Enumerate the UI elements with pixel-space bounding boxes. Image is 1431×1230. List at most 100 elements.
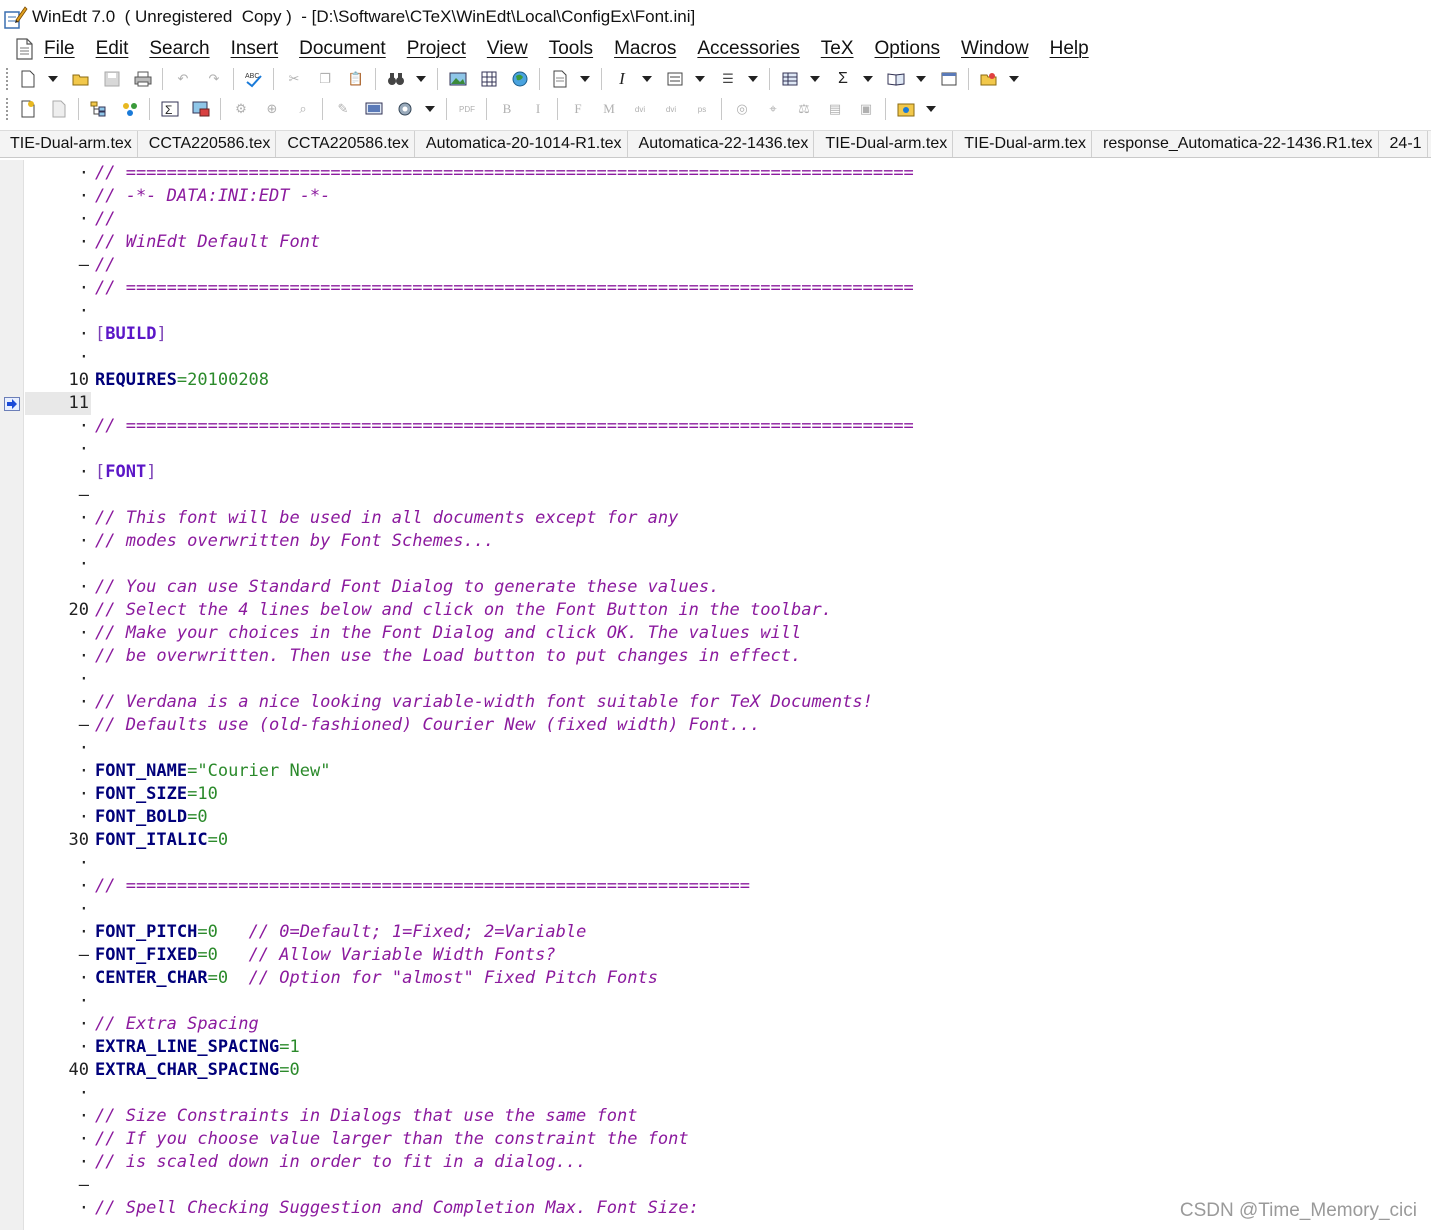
menu-tex[interactable]: TeX bbox=[821, 38, 854, 60]
code-area[interactable]: // =====================================… bbox=[95, 160, 1431, 1230]
menu-document[interactable]: Document bbox=[299, 38, 386, 60]
line-number[interactable]: – bbox=[25, 944, 91, 967]
toolbar-grip[interactable] bbox=[6, 68, 10, 90]
macro-icon[interactable]: ⚙ bbox=[229, 97, 253, 121]
line-number[interactable]: · bbox=[25, 438, 91, 461]
code-line[interactable]: EXTRA_LINE_SPACING=1 bbox=[95, 1036, 300, 1059]
code-line[interactable]: // =====================================… bbox=[95, 277, 914, 300]
code-line[interactable]: FONT_ITALIC=0 bbox=[95, 829, 228, 852]
close-project-icon[interactable] bbox=[47, 97, 71, 121]
cut-icon[interactable]: ✂ bbox=[282, 67, 306, 91]
code-line[interactable]: // =====================================… bbox=[95, 875, 750, 898]
italic-i-icon[interactable]: I bbox=[526, 97, 550, 121]
code-line[interactable]: // bbox=[95, 254, 115, 277]
spell-icon[interactable]: ✎ bbox=[331, 97, 355, 121]
menu-options[interactable]: Options bbox=[875, 38, 940, 60]
bibtex-icon[interactable]: ⚖ bbox=[792, 97, 816, 121]
code-line[interactable]: EXTRA_CHAR_SPACING=0 bbox=[95, 1059, 300, 1082]
line-number[interactable]: 10 bbox=[25, 369, 91, 392]
folder-star-icon[interactable] bbox=[977, 67, 1001, 91]
find-binoculars-icon[interactable] bbox=[384, 67, 408, 91]
line-number[interactable]: · bbox=[25, 300, 91, 323]
toolbar-grip[interactable] bbox=[6, 98, 10, 120]
line-number[interactable]: · bbox=[25, 806, 91, 829]
line-number[interactable]: · bbox=[25, 461, 91, 484]
code-line[interactable]: // This font will be used in all documen… bbox=[95, 507, 678, 530]
gear-dropdown-icon[interactable] bbox=[424, 97, 436, 121]
code-line[interactable]: // =====================================… bbox=[95, 415, 914, 438]
undo-icon[interactable]: ↶ bbox=[171, 67, 195, 91]
document-view-icon[interactable] bbox=[937, 67, 961, 91]
list-dropdown-icon[interactable] bbox=[694, 67, 706, 91]
tab-document[interactable]: 24-1 bbox=[1379, 131, 1428, 157]
line-number[interactable]: · bbox=[25, 162, 91, 185]
bold-b-icon[interactable]: B bbox=[495, 97, 519, 121]
math-m-icon[interactable]: M bbox=[597, 97, 621, 121]
line-number[interactable]: · bbox=[25, 1013, 91, 1036]
line-number[interactable]: · bbox=[25, 898, 91, 921]
zoom-icon[interactable]: ⊕ bbox=[260, 97, 284, 121]
print-icon[interactable] bbox=[131, 67, 155, 91]
menu-help[interactable]: Help bbox=[1050, 38, 1089, 60]
line-number[interactable]: · bbox=[25, 760, 91, 783]
code-line[interactable]: // =====================================… bbox=[95, 162, 914, 185]
editor-pane[interactable]: · · · · – · · · · 10 11 · · · – · · · · 20 · · · · – · · · · 30 · · · · – ·… bbox=[0, 160, 1431, 1230]
ps-pdf-icon[interactable]: ps bbox=[690, 97, 714, 121]
tabular-icon[interactable] bbox=[778, 67, 802, 91]
list-icon[interactable] bbox=[663, 67, 687, 91]
menu-accessories[interactable]: Accessories bbox=[697, 38, 799, 60]
code-line[interactable]: // Size Constraints in Dialogs that use … bbox=[95, 1105, 637, 1128]
line-number[interactable]: – bbox=[25, 484, 91, 507]
italic-icon[interactable]: I bbox=[610, 67, 634, 91]
line-number[interactable]: – bbox=[25, 714, 91, 737]
tab-document[interactable]: Automatica-22-1436.tex bbox=[628, 131, 815, 157]
line-number[interactable]: · bbox=[25, 208, 91, 231]
line-number[interactable]: · bbox=[25, 783, 91, 806]
code-line[interactable]: // modes overwritten by Font Schemes... bbox=[95, 530, 494, 553]
copy-icon[interactable]: ❐ bbox=[313, 67, 337, 91]
redo-icon[interactable]: ↷ bbox=[202, 67, 226, 91]
code-line[interactable]: // Make your choices in the Font Dialog … bbox=[95, 622, 801, 645]
line-number[interactable]: · bbox=[25, 576, 91, 599]
line-number[interactable]: – bbox=[25, 1174, 91, 1197]
line-number[interactable]: – bbox=[25, 254, 91, 277]
menu-macros[interactable]: Macros bbox=[614, 38, 676, 60]
tab-document[interactable]: CCTA220586.tex bbox=[138, 131, 277, 157]
menu-view[interactable]: View bbox=[487, 38, 528, 60]
menu-tools[interactable]: Tools bbox=[549, 38, 593, 60]
book-icon[interactable] bbox=[884, 67, 908, 91]
line-number[interactable]: · bbox=[25, 1151, 91, 1174]
makeindex-icon[interactable]: ▤ bbox=[823, 97, 847, 121]
line-number[interactable]: · bbox=[25, 852, 91, 875]
compile-dropdown-icon[interactable] bbox=[925, 97, 937, 121]
line-number[interactable]: · bbox=[25, 691, 91, 714]
line-number[interactable]: · bbox=[25, 1036, 91, 1059]
page-dropdown-icon[interactable] bbox=[579, 67, 591, 91]
code-line[interactable]: FONT_NAME="Courier New" bbox=[95, 760, 330, 783]
winedt-pen-icon[interactable] bbox=[2, 4, 28, 30]
line-number[interactable]: · bbox=[25, 507, 91, 530]
math-sigma-icon[interactable]: Σ bbox=[158, 97, 182, 121]
code-line[interactable]: FONT_SIZE=10 bbox=[95, 783, 218, 806]
menu-insert[interactable]: Insert bbox=[231, 38, 279, 60]
line-number[interactable]: · bbox=[25, 622, 91, 645]
line-number[interactable]: · bbox=[25, 737, 91, 760]
tab-document[interactable]: response_Automatica-22-1436.R1.tex bbox=[1092, 131, 1379, 157]
dvi-view-icon[interactable]: ◎ bbox=[730, 97, 754, 121]
menu-file[interactable]: File bbox=[44, 38, 75, 60]
line-number[interactable]: 40 bbox=[25, 1059, 91, 1082]
bullets-icon[interactable]: ☰ bbox=[716, 67, 740, 91]
compile-icon[interactable] bbox=[894, 97, 918, 121]
sigma-icon[interactable]: Σ bbox=[831, 67, 855, 91]
line-number[interactable]: · bbox=[25, 553, 91, 576]
paste-icon[interactable]: 📋 bbox=[344, 67, 368, 91]
new-project-icon[interactable] bbox=[16, 97, 40, 121]
find-dropdown-icon[interactable] bbox=[415, 67, 427, 91]
menu-edit[interactable]: Edit bbox=[96, 38, 129, 60]
code-line[interactable]: // Verdana is a nice looking variable-wi… bbox=[95, 691, 873, 714]
code-line[interactable]: [FONT] bbox=[95, 461, 156, 484]
code-line[interactable]: FONT_FIXED=0 // Allow Variable Width Fon… bbox=[95, 944, 556, 967]
project-tree-icon[interactable] bbox=[87, 97, 111, 121]
save-icon[interactable] bbox=[100, 67, 124, 91]
line-number[interactable]: · bbox=[25, 346, 91, 369]
